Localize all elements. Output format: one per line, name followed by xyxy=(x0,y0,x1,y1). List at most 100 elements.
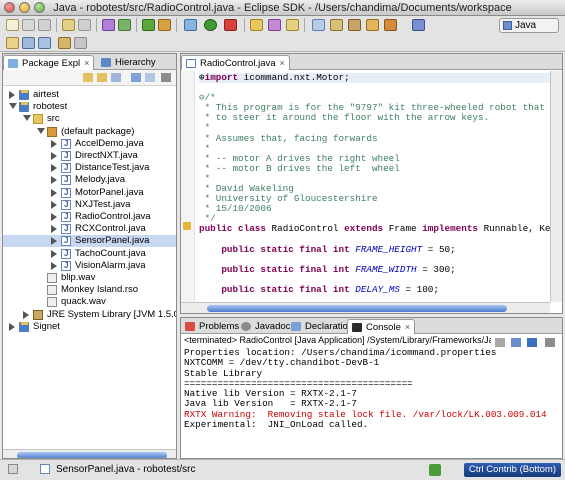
collapsed-twisty-icon[interactable] xyxy=(51,213,57,221)
tree-item-label: src xyxy=(47,113,60,125)
save-icon[interactable] xyxy=(22,19,35,31)
new-package-icon[interactable] xyxy=(158,19,171,31)
tree-item[interactable]: JRE System Library [JVM 1.5.0 (M xyxy=(3,309,176,321)
contrib-bottom-button[interactable]: Ctrl Contrib (Bottom) xyxy=(463,463,561,477)
tree-item[interactable]: airtest xyxy=(3,89,176,101)
problems-icon xyxy=(185,322,195,331)
tree-item[interactable]: SensorPanel.java xyxy=(3,235,176,248)
tab-package-explorer[interactable]: Package Expl × xyxy=(3,55,95,70)
search-icon[interactable] xyxy=(286,19,299,31)
tree-item[interactable]: robotest xyxy=(3,101,176,113)
forward-icon[interactable] xyxy=(38,37,51,49)
run-icon[interactable] xyxy=(204,19,217,31)
forward-icon[interactable] xyxy=(97,73,107,82)
open-type-icon[interactable] xyxy=(62,19,75,31)
code-content[interactable]: ⊕import icommand.nxt.Motor; ⊖/* * This p… xyxy=(199,72,562,295)
new-java-project-icon[interactable] xyxy=(142,19,155,31)
tab-hierarchy[interactable]: Hierarchy xyxy=(97,55,160,70)
collapsed-twisty-icon[interactable] xyxy=(51,188,57,197)
collapsed-twisty-icon[interactable] xyxy=(51,249,57,258)
debug-icon[interactable] xyxy=(184,19,197,31)
tree-item[interactable]: src xyxy=(3,113,176,125)
new-class-icon[interactable] xyxy=(250,19,263,31)
remove-launch-icon[interactable] xyxy=(495,338,505,347)
close-tab-icon[interactable]: × xyxy=(405,322,410,332)
tab-problems[interactable]: Problems xyxy=(181,319,243,334)
collapsed-twisty-icon[interactable] xyxy=(51,164,57,173)
collapsed-twisty-icon[interactable] xyxy=(51,176,57,185)
collapsed-twisty-icon[interactable] xyxy=(51,261,57,270)
view-menu-icon[interactable] xyxy=(545,338,555,347)
tree-item[interactable]: Melody.java xyxy=(3,174,176,186)
link-editor-icon[interactable] xyxy=(145,73,155,82)
external-tools-icon[interactable] xyxy=(224,19,237,31)
close-tab-icon[interactable]: × xyxy=(84,58,89,68)
collapse-all-icon[interactable] xyxy=(131,73,141,82)
tree-item[interactable]: blip.wav xyxy=(3,272,176,284)
scroll-thumb[interactable] xyxy=(17,452,167,458)
pin-editor-icon[interactable] xyxy=(366,19,379,31)
collapsed-twisty-icon[interactable] xyxy=(51,139,57,148)
close-tab-icon[interactable]: × xyxy=(280,58,285,68)
toggle-block-icon[interactable] xyxy=(118,19,131,31)
collapsed-twisty-icon[interactable] xyxy=(51,237,57,246)
scroll-thumb[interactable] xyxy=(207,305,507,312)
back-icon[interactable] xyxy=(22,37,35,49)
tree-item[interactable]: DirectNXT.java xyxy=(3,150,176,162)
display-console-icon[interactable] xyxy=(511,338,521,347)
tab-radiocontrol-java[interactable]: RadioControl.java × xyxy=(181,55,290,70)
tree-item[interactable]: VisionAlarm.java xyxy=(3,260,176,272)
expanded-twisty-icon[interactable] xyxy=(23,115,31,122)
print-icon[interactable] xyxy=(38,19,51,31)
tree-horizontal-scrollbar[interactable] xyxy=(3,449,176,458)
tree-item[interactable]: NXJTest.java xyxy=(3,199,176,211)
back-icon[interactable] xyxy=(83,73,93,82)
up-icon[interactable] xyxy=(111,73,121,82)
tree-item[interactable]: Signet xyxy=(3,321,176,333)
fast-view-icon[interactable] xyxy=(8,464,18,474)
progress-icon[interactable] xyxy=(429,464,441,476)
tab-javadoc[interactable]: Javadoc xyxy=(237,319,294,334)
editor-gutter xyxy=(181,71,195,313)
console-output[interactable]: Properties location: /Users/chandima/ico… xyxy=(184,347,547,430)
code-token: DELAY_MS xyxy=(355,283,400,295)
expanded-twisty-icon[interactable] xyxy=(9,103,17,110)
collapsed-twisty-icon[interactable] xyxy=(9,322,15,331)
collapsed-twisty-icon[interactable] xyxy=(51,225,57,234)
tree-item[interactable]: DistanceTest.java xyxy=(3,162,176,174)
toggle-mark-icon[interactable] xyxy=(102,19,115,31)
view-menu-icon[interactable] xyxy=(161,73,171,82)
new-wizard-icon[interactable] xyxy=(6,37,19,49)
collapsed-twisty-icon[interactable] xyxy=(9,91,15,99)
tab-console[interactable]: Console × xyxy=(347,319,416,334)
last-edit-icon[interactable] xyxy=(348,19,361,31)
tree-item[interactable]: RCXControl.java xyxy=(3,223,176,235)
tree-item[interactable]: quack.wav xyxy=(3,296,176,308)
history-back-icon[interactable] xyxy=(58,37,71,49)
collapsed-twisty-icon[interactable] xyxy=(51,200,57,209)
tree-item[interactable]: Monkey Island.rso xyxy=(3,284,176,296)
editor-horizontal-scrollbar[interactable] xyxy=(181,302,550,313)
open-task-icon[interactable] xyxy=(268,19,281,31)
tree-item[interactable]: MotorPanel.java xyxy=(3,187,176,199)
java-perspective-button[interactable]: Java xyxy=(499,18,559,33)
tree-item[interactable]: (default package) xyxy=(3,126,176,138)
collapsed-twisty-icon[interactable] xyxy=(23,310,29,319)
new-icon[interactable] xyxy=(6,19,19,31)
expanded-twisty-icon[interactable] xyxy=(37,127,45,134)
collapsed-twisty-icon[interactable] xyxy=(51,152,57,160)
open-console-icon[interactable] xyxy=(527,338,537,347)
code-editor[interactable]: ⊕import icommand.nxt.Motor; ⊖/* * This p… xyxy=(181,71,562,313)
tree-item[interactable]: AccelDemo.java xyxy=(3,138,176,150)
warning-marker-icon[interactable] xyxy=(183,222,191,230)
tree-item[interactable]: TachoCount.java xyxy=(3,248,176,260)
code-line: public class RadioControl extends Frame … xyxy=(199,224,562,234)
paragraph-icon[interactable] xyxy=(78,19,91,31)
editor-vertical-scrollbar[interactable] xyxy=(550,71,562,302)
prev-annotation-icon[interactable] xyxy=(312,19,325,31)
build-icon[interactable] xyxy=(384,19,397,31)
history-forward-icon[interactable] xyxy=(74,37,87,49)
open-perspective-icon[interactable] xyxy=(412,19,425,31)
next-annotation-icon[interactable] xyxy=(330,19,343,31)
tree-item[interactable]: RadioControl.java xyxy=(3,211,176,223)
